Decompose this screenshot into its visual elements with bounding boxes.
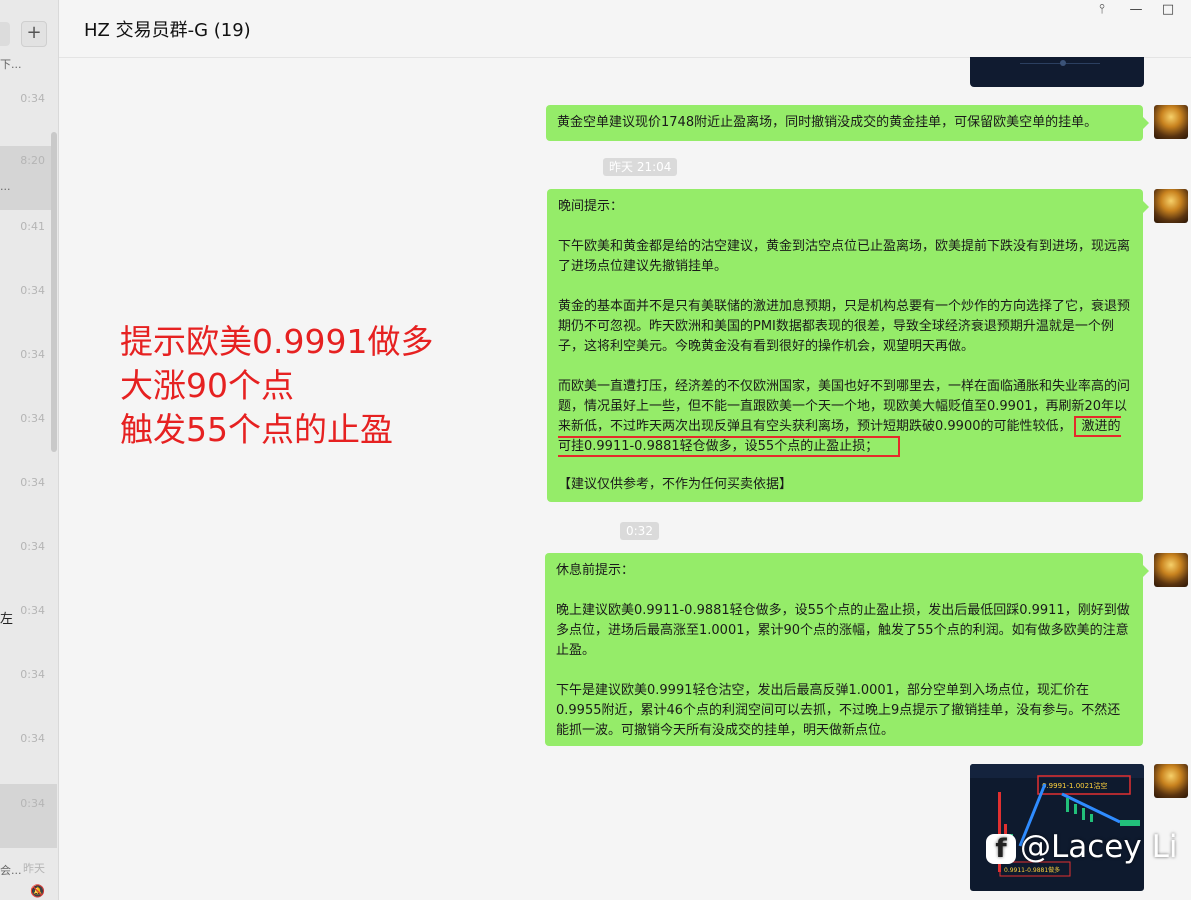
chart-thumbnail: 0.9991-1.0021沽空 0.9911-0.9881做多 xyxy=(970,764,1144,877)
conversation-item[interactable]: 0:41 xyxy=(0,212,57,276)
search-input[interactable] xyxy=(0,22,10,46)
message-bubble[interactable]: 晚间提示： 下午欧美和黄金都是给的沽空建议，黄金到沽空点位已止盈离场，欧美提前下… xyxy=(547,189,1149,502)
conversation-snippet: ... xyxy=(0,180,11,193)
message-text: 下午欧美和黄金都是给的沽空建议，黄金到沽空点位已止盈离场，欧美提前下跌没有到进场… xyxy=(558,239,1131,274)
scrollbar[interactable] xyxy=(51,132,57,452)
avatar[interactable] xyxy=(1154,189,1188,223)
message-text: 晚上建议欧美0.9911-0.9881轻仓做多，设55个点的止盈止损，发出后最低… xyxy=(556,603,1130,658)
image-message[interactable]: 0.9991-1.0021沽空 0.9911-0.9881做多 xyxy=(970,764,1144,891)
annotation-line: 大涨90个点 xyxy=(120,366,294,405)
minimize-icon[interactable]: — xyxy=(1126,2,1146,17)
message-bubble[interactable]: 休息前提示： 晚上建议欧美0.9911-0.9881轻仓做多，设55个点的止盈止… xyxy=(545,553,1149,746)
conversation-snippet: 下... xyxy=(0,58,22,71)
avatar[interactable] xyxy=(1154,105,1188,139)
conversation-time: 0:34 xyxy=(20,797,45,810)
message-bubble[interactable]: 黄金空单建议现价1748附近止盈离场，同时撤销没成交的黄金挂单，可保留欧美空单的… xyxy=(546,105,1149,141)
conversation-time: 0:34 xyxy=(20,476,45,489)
add-button[interactable]: + xyxy=(21,21,47,47)
chart-label: 0.9991-1.0021沽空 xyxy=(1042,781,1108,790)
avatar[interactable] xyxy=(1154,764,1188,798)
watermark: f @Lacey Li xyxy=(986,829,1177,865)
maximize-icon[interactable]: □ xyxy=(1158,2,1178,17)
pin-icon[interactable]: ⫯ xyxy=(1092,2,1112,17)
conversation-item[interactable]: 8:20 ... xyxy=(0,146,57,210)
chat-title: HZ 交易员群-G (19) xyxy=(84,20,251,41)
conversation-time: 0:34 xyxy=(20,92,45,105)
conversation-time: 0:34 xyxy=(20,284,45,297)
mute-icon: 🔕 xyxy=(30,884,45,898)
conversation-snippet: 会... xyxy=(0,864,22,877)
conversation-time: 0:34 xyxy=(20,348,45,361)
conversation-item[interactable]: 0:34 xyxy=(0,340,57,404)
conversation-time: 0:41 xyxy=(20,220,45,233)
conversation-time: 昨天 xyxy=(23,862,45,875)
annotation-line: 触发55个点的止盈 xyxy=(120,410,393,449)
facebook-logo-icon: f xyxy=(986,833,1016,864)
conversation-snippet: 左 xyxy=(0,612,14,627)
conversation-item[interactable]: 0:34 xyxy=(0,276,57,340)
conversation-time: 0:34 xyxy=(20,604,45,617)
conversation-item[interactable]: 0:34 左 xyxy=(0,596,57,660)
conversation-item[interactable]: 0:34 xyxy=(0,84,57,148)
conversation-item[interactable]: 0:34 xyxy=(0,404,57,468)
conversation-item[interactable]: 昨天 会... 🔕 xyxy=(0,852,57,900)
message-text: 黄金的基本面并不是只有美联储的激进加息预期，只是机构总要有一个炒作的方向选择了它… xyxy=(558,299,1131,354)
conversation-item[interactable]: 0:34 xyxy=(0,660,57,724)
conversation-time: 8:20 xyxy=(20,154,45,167)
annotation-line: 提示欧美0.9991做多 xyxy=(120,322,434,361)
timestamp: 昨天 21:04 xyxy=(603,158,678,176)
conversation-time: 0:34 xyxy=(20,732,45,745)
message-text: 【建议仅供参考，不作为任何买卖依据】 xyxy=(558,477,793,492)
conversation-time: 0:34 xyxy=(20,668,45,681)
message-text: 而欧美一直遭打压，经济差的不仅欧洲国家，美国也好不到哪里去，一样在面临通胀和失业… xyxy=(558,377,1132,457)
message-text-part: 而欧美一直遭打压，经济差的不仅欧洲国家，美国也好不到哪里去，一样在面临通胀和失业… xyxy=(558,379,1131,434)
conversation-time: 0:34 xyxy=(20,412,45,425)
message-text: 黄金空单建议现价1748附近止盈离场，同时撤销没成交的黄金挂单，可保留欧美空单的… xyxy=(557,115,1098,130)
timestamp: 0:32 xyxy=(620,522,659,540)
conversation-item[interactable]: 0:34 xyxy=(0,532,57,596)
conversation-item[interactable]: 0:34 xyxy=(0,468,57,532)
avatar[interactable] xyxy=(1154,553,1188,587)
message-text: 下午是建议欧美0.9991轻仓沽空，发出后最高反弹1.0001，部分空单到入场点… xyxy=(556,683,1121,738)
chart-label: 0.9911-0.9881做多 xyxy=(1004,866,1060,874)
image-message[interactable] xyxy=(970,57,1144,87)
conversation-list: + 下... 0:34 8:20 ... 0:41 0:34 0:34 0:34… xyxy=(0,0,59,900)
conversation-item[interactable]: 0:34 xyxy=(0,784,57,848)
message-text: 晚间提示： xyxy=(558,199,624,214)
red-annotation: 提示欧美0.9991做多 大涨90个点 触发55个点的止盈 xyxy=(120,320,433,452)
conversation-item[interactable]: 0:34 xyxy=(0,724,57,788)
watermark-text: @Lacey Li xyxy=(1020,829,1178,865)
conversation-time: 0:34 xyxy=(20,540,45,553)
chat-header: HZ 交易员群-G (19) ⫯ — □ xyxy=(59,0,1191,58)
message-text: 休息前提示： xyxy=(556,563,635,578)
